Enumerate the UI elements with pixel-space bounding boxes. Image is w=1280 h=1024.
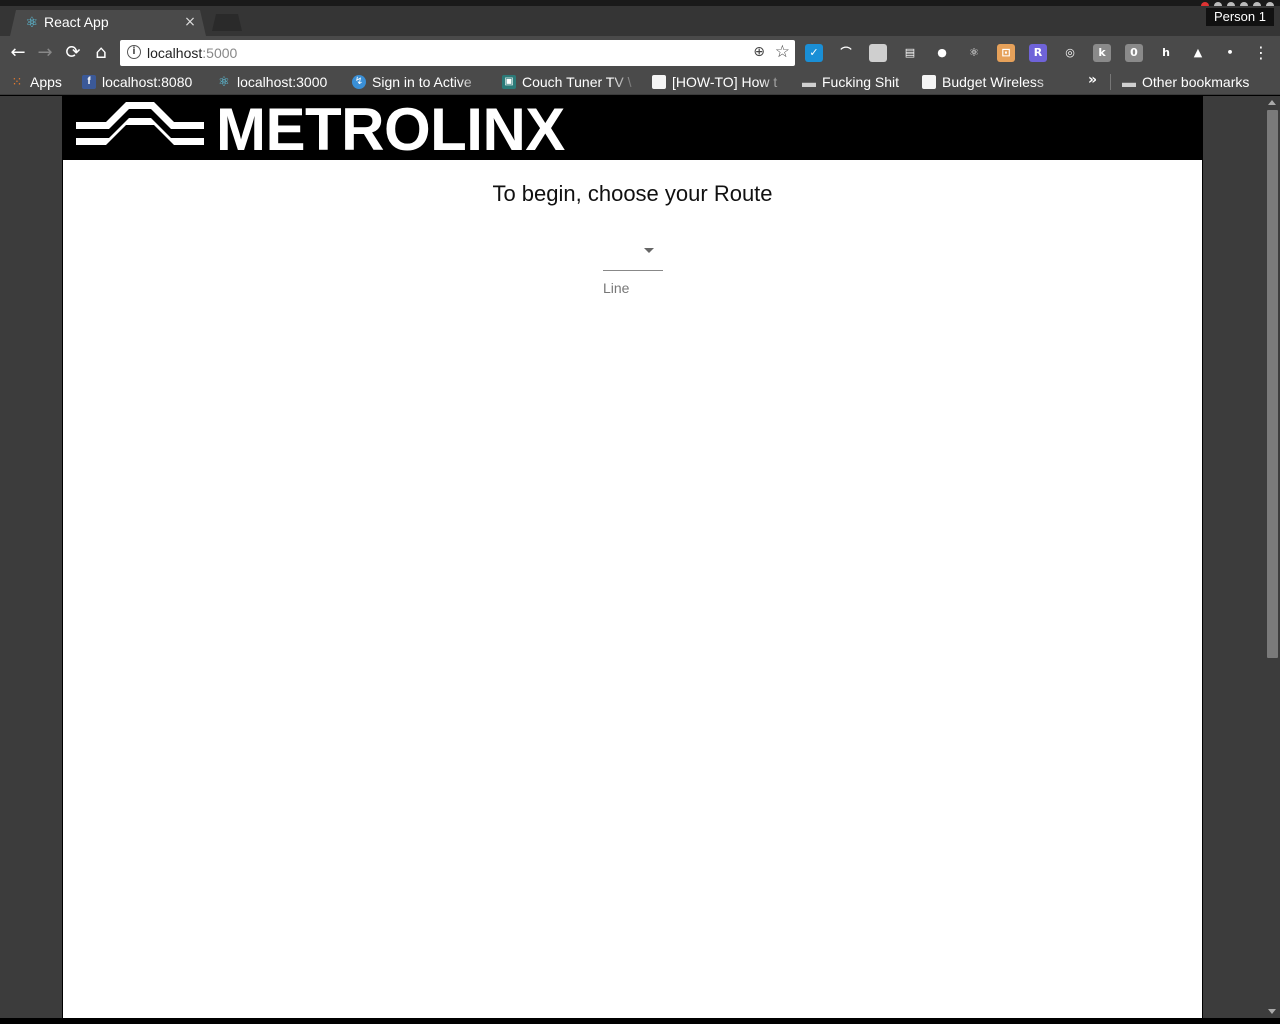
folder-icon: ▬ [802, 74, 816, 90]
info-icon[interactable]: i [127, 45, 141, 59]
rainbow-extension-icon[interactable]: ⌒ [837, 44, 855, 62]
bookmark-label: Sign in to Active [372, 74, 472, 90]
bookmarks-overflow-icon[interactable]: » [1088, 72, 1097, 88]
bookmark-folder-fucking-shit[interactable]: ▬ Fucking Shit [802, 72, 899, 92]
tv-icon: ▣ [502, 75, 516, 89]
bookmark-budget-wireless[interactable]: Budget Wireless [922, 72, 1062, 92]
bookmark-label: Fucking Shit [822, 74, 900, 90]
bookmark-localhost-8080[interactable]: f localhost:8080 [82, 72, 192, 92]
page-icon [652, 75, 666, 89]
globe-icon: ↯ [352, 75, 366, 89]
bookmark-couch-tuner[interactable]: ▣ Couch Tuner TV \ [502, 72, 638, 92]
tab-close-icon[interactable]: × [182, 13, 198, 31]
bookmarks-separator [1110, 74, 1111, 90]
shield-extension-icon[interactable]: R [1029, 44, 1047, 62]
scroll-up-icon[interactable] [1268, 100, 1276, 105]
tab-title: React App [44, 14, 109, 30]
extensions-area: ✓ ⌒ ▤ ● ⚛ ⊡ R ◎ k 0 h ▲ • [805, 44, 1239, 62]
check-extension-icon[interactable]: ✓ [805, 44, 823, 62]
bookmark-localhost-3000[interactable]: ⚛ localhost:3000 [217, 72, 327, 92]
new-tab-button[interactable] [212, 14, 242, 31]
circle-extension-icon[interactable]: ● [933, 44, 951, 62]
dropdown-arrow-icon[interactable] [644, 248, 654, 253]
bookmark-star-icon[interactable]: ☆ [775, 42, 790, 62]
react-icon: ⚛ [218, 74, 230, 89]
fox-extension-icon[interactable]: ▲ [1189, 44, 1207, 62]
bookmark-label: Apps [30, 74, 62, 90]
h-extension-icon[interactable]: h [1157, 44, 1175, 62]
bookmark-apps[interactable]: ⁙ Apps [10, 72, 62, 92]
bookmark-label: [HOW-TO] How t [672, 74, 778, 90]
react-devtools-icon[interactable]: ⚛ [965, 44, 983, 62]
metrolinx-logo-icon [76, 102, 204, 145]
react-icon: ⚛ [25, 15, 39, 31]
scrollbar[interactable] [1265, 96, 1280, 1018]
zoom-icon[interactable]: ⊕ [753, 44, 765, 60]
scroll-down-icon[interactable] [1268, 1009, 1276, 1014]
back-icon[interactable]: ← [7, 42, 29, 64]
line-select[interactable] [603, 234, 663, 271]
forward-icon[interactable]: → [34, 42, 56, 64]
menu-icon[interactable]: ⋮ [1253, 42, 1269, 64]
app-page: METROLINX To begin, choose your Route Li… [62, 96, 1203, 1018]
browser-toolbar: ← → ⟳ ⌂ i localhost:5000 ⊕ ☆ ✓ ⌒ ▤ ● ⚛ ⊡ R ◎ k 0 h… [0, 36, 1280, 69]
page-viewport: METROLINX To begin, choose your Route Li… [0, 96, 1280, 1018]
box-extension-icon[interactable]: 0 [1125, 44, 1143, 62]
apps-grid-icon: ⁙ [11, 74, 23, 89]
tab-strip: ⚛ React App × Person 1 [0, 6, 1280, 36]
bookmark-label: Couch Tuner TV \ [522, 74, 632, 90]
bookmark-label: localhost:3000 [237, 74, 328, 90]
chat-extension-icon[interactable]: ▤ [901, 44, 919, 62]
scroll-thumb[interactable] [1267, 110, 1278, 658]
url-host: localhost [147, 45, 203, 61]
k-extension-icon[interactable]: k [1093, 44, 1111, 62]
bookmark-how-to[interactable]: [HOW-TO] How t [652, 72, 788, 92]
bookmarks-bar: ⁙ Apps f localhost:8080 ⚛ localhost:3000… [0, 69, 1280, 95]
bookmark-label: localhost:8080 [102, 74, 193, 90]
url-text[interactable]: localhost:5000 [147, 45, 237, 61]
dot-extension-icon[interactable]: • [1221, 44, 1239, 62]
app-header: METROLINX [63, 96, 1202, 163]
file-extension-icon[interactable] [869, 44, 887, 62]
line-select-helper-text: Line [603, 280, 630, 296]
page-title: To begin, choose your Route [492, 181, 773, 206]
outlet-extension-icon[interactable]: ⊡ [997, 44, 1015, 62]
reload-icon[interactable]: ⟳ [62, 42, 84, 64]
bookmark-sign-in[interactable]: ↯ Sign in to Active [352, 72, 486, 92]
logo-wordmark: METROLINX [216, 96, 565, 163]
folder-icon: ▬ [1122, 74, 1136, 90]
tab-react-app[interactable]: ⚛ React App × [10, 10, 206, 36]
page-icon [922, 75, 936, 89]
bookmark-label: Budget Wireless [942, 74, 1044, 90]
profile-button[interactable]: Person 1 [1205, 8, 1274, 26]
target-extension-icon[interactable]: ◎ [1061, 44, 1079, 62]
other-bookmarks-label: Other bookmarks [1142, 74, 1250, 90]
facebook-icon: f [82, 75, 96, 89]
other-bookmarks[interactable]: ▬ Other bookmarks [1122, 72, 1249, 92]
url-port: :5000 [202, 45, 238, 61]
address-bar[interactable]: i localhost:5000 ⊕ ☆ [120, 40, 795, 66]
home-icon[interactable]: ⌂ [90, 42, 112, 64]
